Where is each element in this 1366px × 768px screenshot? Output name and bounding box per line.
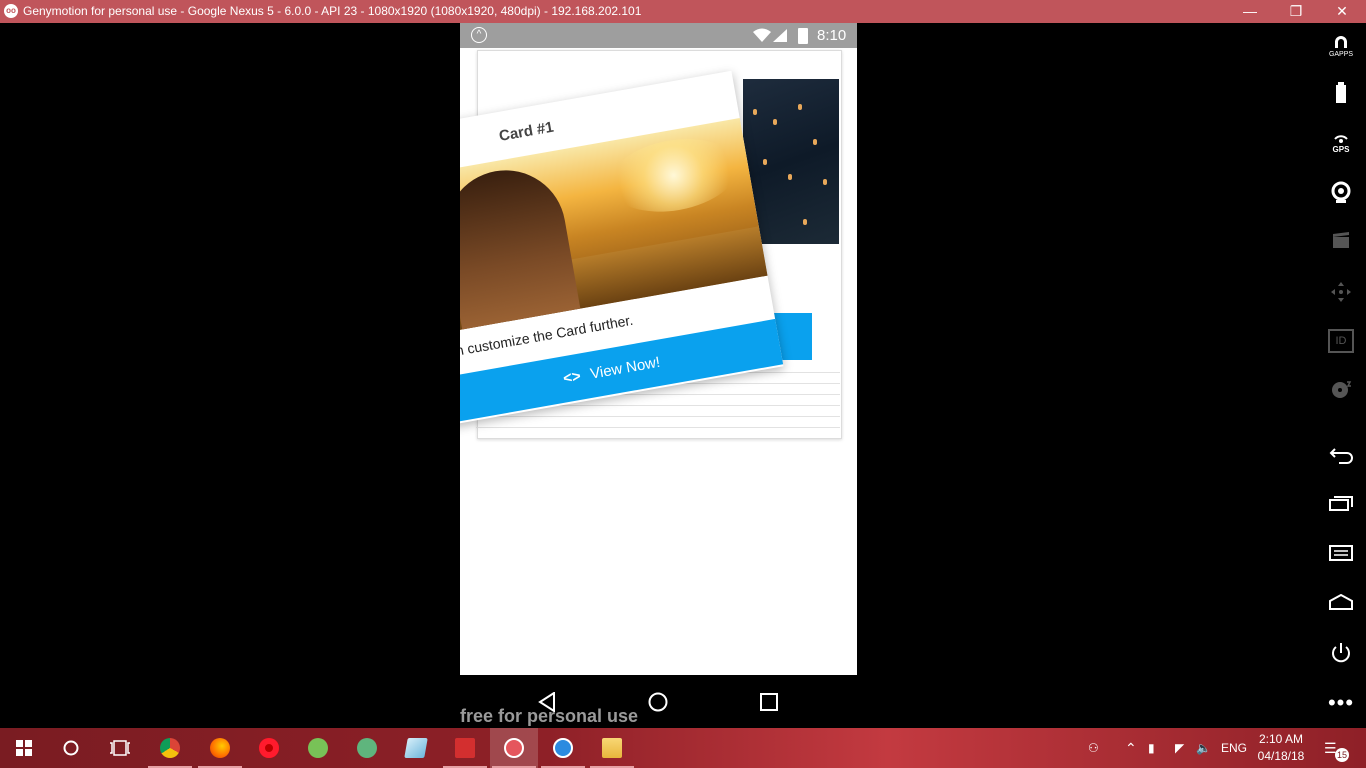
wifi-icon <box>753 28 771 42</box>
network-tray-icon[interactable]: ◤ <box>1175 728 1184 768</box>
volume-icon[interactable]: 🔈 <box>1196 728 1211 768</box>
sunlight-glow <box>603 129 744 222</box>
card-image <box>460 118 768 335</box>
android-studio-icon <box>308 738 328 758</box>
chrome-icon <box>160 738 180 758</box>
notification-count-badge: 15 <box>1335 748 1349 762</box>
gapps-label: GAPPS <box>1328 51 1354 58</box>
menu-icon <box>1329 545 1353 561</box>
battery-icon <box>798 28 808 44</box>
firefox-icon <box>210 738 230 758</box>
minimize-button[interactable]: — <box>1227 0 1273 23</box>
gapps-icon <box>1335 36 1347 48</box>
gapps-button[interactable]: GAPPS <box>1326 36 1356 66</box>
taskbar-android-studio[interactable] <box>294 728 342 768</box>
device-screen[interactable]: ^ 8:10 Card #1 n customize the Card furt… <box>460 23 857 675</box>
taskbar-opera[interactable] <box>245 728 293 768</box>
people-icon[interactable]: ⚇ <box>1088 728 1099 768</box>
taskbar-genymotion-shell[interactable] <box>539 728 587 768</box>
device-id-button[interactable]: ID <box>1326 329 1356 359</box>
taskbar-acrobat[interactable] <box>441 728 489 768</box>
battery-tool-icon <box>1336 82 1346 103</box>
list-divider <box>476 427 840 428</box>
screencast-button[interactable] <box>1326 231 1356 261</box>
task-view-icon <box>110 740 130 756</box>
back-key-button[interactable] <box>1326 446 1356 476</box>
more-options-button[interactable]: ••• <box>1326 692 1356 722</box>
list-divider <box>476 416 840 417</box>
power-button[interactable] <box>1326 641 1356 671</box>
menu-key-button[interactable] <box>1326 545 1356 575</box>
action-center-icon[interactable]: ☰ <box>1324 728 1337 768</box>
battery-tool-button[interactable] <box>1326 82 1356 112</box>
opera-icon <box>259 738 279 758</box>
webcam-icon <box>1331 181 1351 203</box>
device-id-icon: ID <box>1328 329 1354 353</box>
atom-icon <box>357 738 377 758</box>
code-icon: <> <box>561 367 583 388</box>
chevron-up-icon[interactable]: ⌃ <box>1125 728 1137 768</box>
taskbar-genymotion[interactable] <box>490 728 538 768</box>
taskbar-clock[interactable]: 2:10 AM 04/18/18 <box>1250 731 1312 765</box>
girl-hair-figure <box>460 160 584 335</box>
remote-control-button[interactable] <box>1326 280 1356 310</box>
gps-label: GPS <box>1332 145 1350 154</box>
power-icon <box>1332 643 1350 663</box>
start-button[interactable] <box>0 728 48 768</box>
acrobat-icon <box>455 738 475 758</box>
gps-icon <box>1334 135 1348 143</box>
taskbar-atom[interactable] <box>343 728 391 768</box>
home-icon <box>1329 593 1353 610</box>
clock-time: 2:10 AM <box>1258 732 1304 746</box>
restore-button[interactable]: ❐ <box>1273 0 1319 23</box>
signal-icon <box>773 29 787 42</box>
arrow-up-app-icon <box>553 738 573 758</box>
gps-button[interactable]: GPS <box>1326 132 1356 162</box>
status-time: 8:10 <box>817 27 847 44</box>
card-title: Card #1 <box>497 118 555 145</box>
dpad-icon <box>1331 282 1351 302</box>
back-arrow-icon <box>1329 448 1353 464</box>
battery-tray-icon[interactable]: ▮ <box>1148 728 1155 768</box>
recent-apps-key-button[interactable] <box>1326 495 1356 525</box>
language-indicator[interactable]: ENG <box>1221 728 1247 768</box>
recent-apps-icon <box>1329 496 1353 511</box>
home-key-button[interactable] <box>1326 593 1356 624</box>
android-status-bar: ^ 8:10 <box>460 23 857 48</box>
cortana-button[interactable] <box>48 728 96 768</box>
genymotion-icon <box>504 738 524 758</box>
notification-app-icon: ^ <box>471 27 487 43</box>
cortana-circle-icon <box>63 740 79 756</box>
webcam-button[interactable] <box>1326 181 1356 211</box>
swipe-card-front[interactable]: Card #1 n customize the Card further. <>… <box>460 70 784 426</box>
window-titlebar: oo Genymotion for personal use - Google … <box>0 0 1366 23</box>
windows-taskbar: ⚇ ⌃ ▮ ◤ 🔈 ENG 2:10 AM 04/18/18 ☰ 15 <box>0 728 1366 768</box>
task-view-button[interactable] <box>96 728 144 768</box>
genymotion-logo-icon: oo <box>4 4 18 18</box>
clock-date: 04/18/18 <box>1257 749 1305 763</box>
recents-nav-icon[interactable] <box>760 693 778 711</box>
taskbar-file-explorer[interactable] <box>588 728 636 768</box>
close-button[interactable]: ✕ <box>1319 0 1365 23</box>
watermark-text: free for personal use <box>460 706 639 726</box>
taskbar-firefox[interactable] <box>196 728 244 768</box>
disk-icon <box>1332 381 1352 398</box>
home-nav-icon[interactable] <box>648 692 668 712</box>
disk-io-button[interactable] <box>1326 378 1356 408</box>
taskbar-notepad[interactable] <box>392 728 440 768</box>
notepad-icon <box>404 738 428 758</box>
clapperboard-icon <box>1333 232 1349 248</box>
windows-logo-icon <box>16 740 32 756</box>
taskbar-chrome[interactable] <box>146 728 194 768</box>
folder-icon <box>602 738 622 758</box>
window-title: Genymotion for personal use - Google Nex… <box>23 4 642 18</box>
view-now-label: View Now! <box>588 353 662 383</box>
